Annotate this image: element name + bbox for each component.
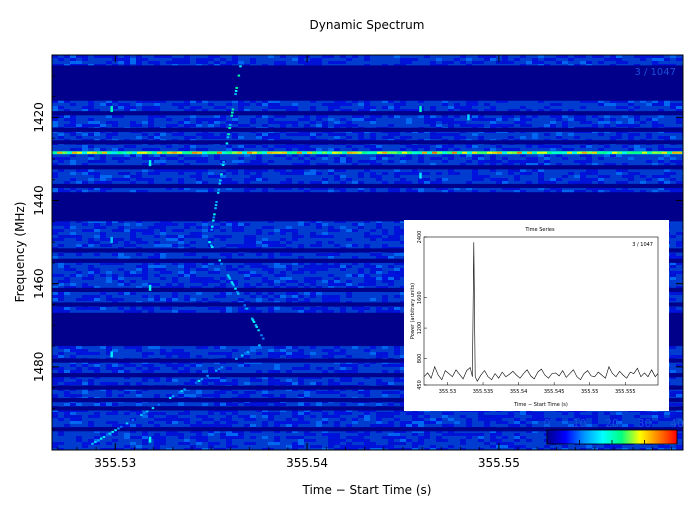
inset-title: Time Series [524, 227, 555, 233]
masked-band [52, 183, 683, 189]
colorbar-tick-label: 30 [638, 417, 652, 430]
x-tick-label: 355.53 [94, 456, 136, 470]
masked-band [52, 192, 683, 222]
inset-y-tick-label: 2400 [417, 231, 423, 244]
dynamic-spectrum-figure: Dynamic Spectrum 355.53 355.54 355.55 1420… [13, 18, 684, 497]
colorbar-tick-label: 0 [544, 417, 551, 430]
masked-band [52, 165, 683, 170]
inset-y-tick-label: 450 [417, 380, 423, 390]
colorbar-tick-label: 20 [605, 417, 619, 430]
inset-x-tick-label: 355.53 [439, 389, 457, 395]
masked-band [52, 65, 683, 101]
x-tick-label: 355.54 [286, 456, 328, 470]
inset-x-tick-label: 355.54 [510, 389, 528, 395]
masked-band [52, 111, 683, 116]
spike-mark [419, 172, 422, 179]
x-axis-label: Time − Start Time (s) [302, 483, 432, 497]
inset-y-tick-label: 1200 [417, 322, 423, 335]
y-tick-label: 1420 [32, 102, 46, 133]
chart-title: Dynamic Spectrum [310, 18, 425, 32]
inset-y-tick-label: 800 [417, 354, 423, 364]
inset-counter-label: 3 / 1047 [632, 242, 653, 248]
y-tick-label: 1480 [32, 352, 46, 383]
inset-x-tick-label: 355.55 [581, 389, 599, 395]
inset-x-tick-label: 355.555 [615, 389, 636, 395]
inset-y-axis-label: Power (arbitrary units) [410, 283, 416, 339]
rfi-line [52, 151, 683, 155]
counter-label: 3 / 1047 [634, 67, 676, 78]
y-tick-label: 1460 [32, 268, 46, 299]
inset-background [404, 220, 669, 411]
masked-band [52, 127, 683, 132]
inset-y-tick-label: 1600 [417, 291, 423, 304]
time-series-inset: Time Series 3 / 1047 355.53 355.535 355.54… [404, 220, 669, 411]
spike-mark [148, 160, 152, 167]
spike-mark [110, 106, 113, 113]
x-tick-label: 355.55 [478, 456, 520, 470]
inset-x-axis-label: Time − Start Time (s) [513, 402, 568, 408]
spike-mark [419, 106, 422, 113]
colorbar-tick-label: 10 [573, 417, 587, 430]
spike-mark [148, 284, 152, 291]
spike-mark [148, 436, 152, 443]
inset-x-tick-label: 355.535 [473, 389, 494, 395]
spike-mark [467, 114, 470, 121]
spike-mark [110, 237, 113, 244]
colorbar-tick-label: 40 [670, 417, 684, 430]
spike-mark [110, 351, 113, 358]
y-axis-label: Frequency (MHz) [13, 202, 27, 303]
y-tick-label: 1440 [32, 185, 46, 216]
inset-x-tick-label: 355.545 [544, 389, 565, 395]
masked-band [52, 140, 683, 145]
